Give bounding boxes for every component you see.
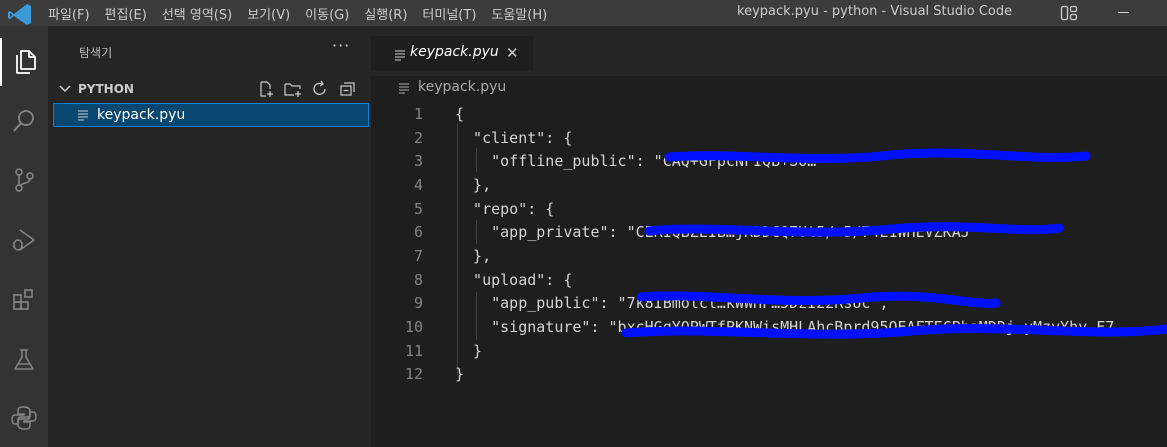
customize-layout-icon[interactable]	[1060, 5, 1078, 25]
extensions-icon[interactable]	[0, 276, 48, 324]
menu-selection[interactable]: 선택 영역(S)	[162, 4, 232, 23]
tab-label: keypack.pyu	[410, 44, 499, 60]
code-editor[interactable]: 1{ 2 "client": { 3 "offline_public": "CA…	[371, 100, 1167, 447]
vscode-logo-icon	[0, 0, 40, 26]
tab-keypack[interactable]: keypack.pyu ✕	[371, 36, 533, 71]
explorer-toolbar	[252, 79, 360, 99]
text-file-icon	[399, 83, 409, 94]
collapse-all-icon[interactable]	[333, 79, 360, 99]
menu-bar: 파일(F) 편집(E) 선택 영역(S) 보기(V) 이동(G) 실행(R) 터…	[48, 0, 562, 26]
text-file-icon	[78, 110, 88, 121]
breadcrumb: keypack.pyu	[371, 76, 1167, 100]
menu-file[interactable]: 파일(F)	[48, 4, 90, 23]
source-control-icon[interactable]	[0, 156, 48, 204]
file-tree-item[interactable]: keypack.pyu	[53, 103, 369, 127]
menu-edit[interactable]: 편집(E)	[105, 4, 147, 23]
menu-view[interactable]: 보기(V)	[247, 4, 290, 23]
redaction-scribble	[621, 148, 1167, 339]
run-debug-icon[interactable]	[0, 216, 48, 264]
file-tree-item-label: keypack.pyu	[97, 107, 186, 123]
search-icon[interactable]	[0, 97, 48, 145]
sidebar-title: 탐색기	[79, 46, 113, 60]
menu-help[interactable]: 도움말(H)	[491, 4, 547, 23]
new-file-icon[interactable]	[252, 79, 279, 99]
breadcrumb-file[interactable]: keypack.pyu	[418, 79, 506, 95]
testing-icon[interactable]	[0, 336, 48, 384]
chevron-down-icon	[59, 85, 71, 93]
more-actions-icon[interactable]: ···	[332, 36, 350, 55]
menu-terminal[interactable]: 터미널(T)	[422, 4, 476, 23]
text-file-icon	[395, 50, 405, 61]
window-title: keypack.pyu - python - Visual Studio Cod…	[737, 4, 1013, 19]
activity-bar	[0, 26, 48, 447]
python-icon[interactable]	[0, 394, 48, 442]
title-bar: 파일(F) 편집(E) 선택 영역(S) 보기(V) 이동(G) 실행(R) 터…	[0, 0, 1167, 26]
folder-section-header[interactable]: PYTHON	[48, 78, 371, 100]
close-icon[interactable]: ✕	[506, 44, 519, 62]
explorer-icon[interactable]	[0, 38, 48, 86]
folder-name: PYTHON	[78, 82, 134, 96]
minimize-button[interactable]	[1118, 12, 1129, 13]
editor-tab-bar: keypack.pyu ✕	[371, 26, 1167, 76]
new-folder-icon[interactable]	[279, 79, 306, 99]
menu-run[interactable]: 실행(R)	[364, 4, 407, 23]
refresh-icon[interactable]	[306, 79, 333, 99]
explorer-sidebar: 탐색기 ··· PYTHON keypack.pyu	[48, 26, 371, 447]
menu-go[interactable]: 이동(G)	[305, 4, 349, 23]
